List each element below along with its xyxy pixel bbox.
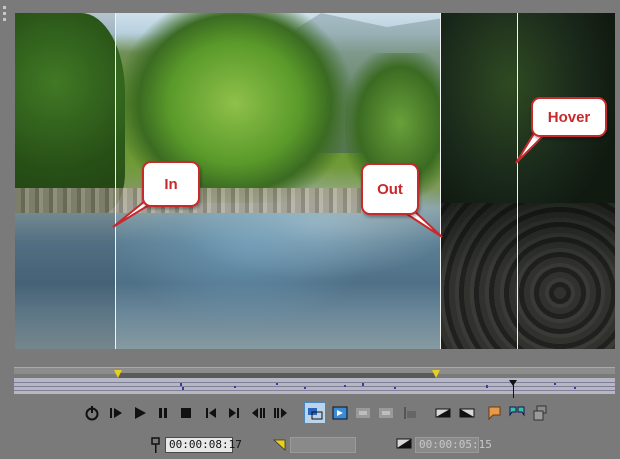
in-time-field[interactable]: 00:00:08:17 bbox=[165, 437, 242, 453]
out-flag-icon[interactable] bbox=[432, 370, 440, 378]
in-flag-icon[interactable] bbox=[114, 370, 122, 378]
disabled-button-1-icon bbox=[352, 402, 374, 424]
out-point-line[interactable] bbox=[440, 13, 441, 349]
go-to-in-icon[interactable] bbox=[329, 402, 351, 424]
length-field[interactable]: 00:00:05:15 bbox=[415, 437, 492, 453]
in-pin-icon bbox=[151, 437, 160, 453]
add-region-icon[interactable] bbox=[506, 402, 528, 424]
play-from-start-icon[interactable] bbox=[105, 402, 127, 424]
snapshot-icon[interactable] bbox=[399, 402, 421, 424]
video-preview bbox=[15, 13, 615, 349]
add-marker-icon[interactable] bbox=[483, 402, 505, 424]
panel-grip[interactable] bbox=[3, 6, 7, 26]
hover-line bbox=[517, 13, 518, 349]
timeline[interactable] bbox=[14, 367, 615, 398]
save-snapshot-icon[interactable] bbox=[529, 402, 551, 424]
out-flag-field-icon bbox=[273, 439, 286, 451]
previous-marker-icon[interactable] bbox=[200, 402, 222, 424]
length-icon bbox=[396, 438, 412, 449]
disabled-button-2-icon bbox=[375, 402, 397, 424]
loop-icon[interactable] bbox=[81, 402, 103, 424]
playhead[interactable] bbox=[513, 380, 514, 398]
out-callout: Out bbox=[361, 163, 419, 215]
in-callout: In bbox=[142, 161, 200, 207]
out-time-field[interactable] bbox=[290, 437, 356, 453]
play-icon[interactable] bbox=[129, 402, 151, 424]
next-frame-icon[interactable] bbox=[270, 402, 292, 424]
mark-in-icon[interactable] bbox=[432, 402, 454, 424]
transport-bar bbox=[0, 402, 620, 426]
in-point-line[interactable] bbox=[115, 13, 116, 349]
pause-icon[interactable] bbox=[152, 402, 174, 424]
waveform-track[interactable] bbox=[14, 378, 615, 394]
next-marker-icon[interactable] bbox=[223, 402, 245, 424]
stop-icon[interactable] bbox=[175, 402, 197, 424]
previous-frame-icon[interactable] bbox=[247, 402, 269, 424]
selection-mode-icon[interactable] bbox=[304, 402, 326, 424]
hover-callout: Hover bbox=[531, 97, 607, 137]
mark-out-icon[interactable] bbox=[456, 402, 478, 424]
